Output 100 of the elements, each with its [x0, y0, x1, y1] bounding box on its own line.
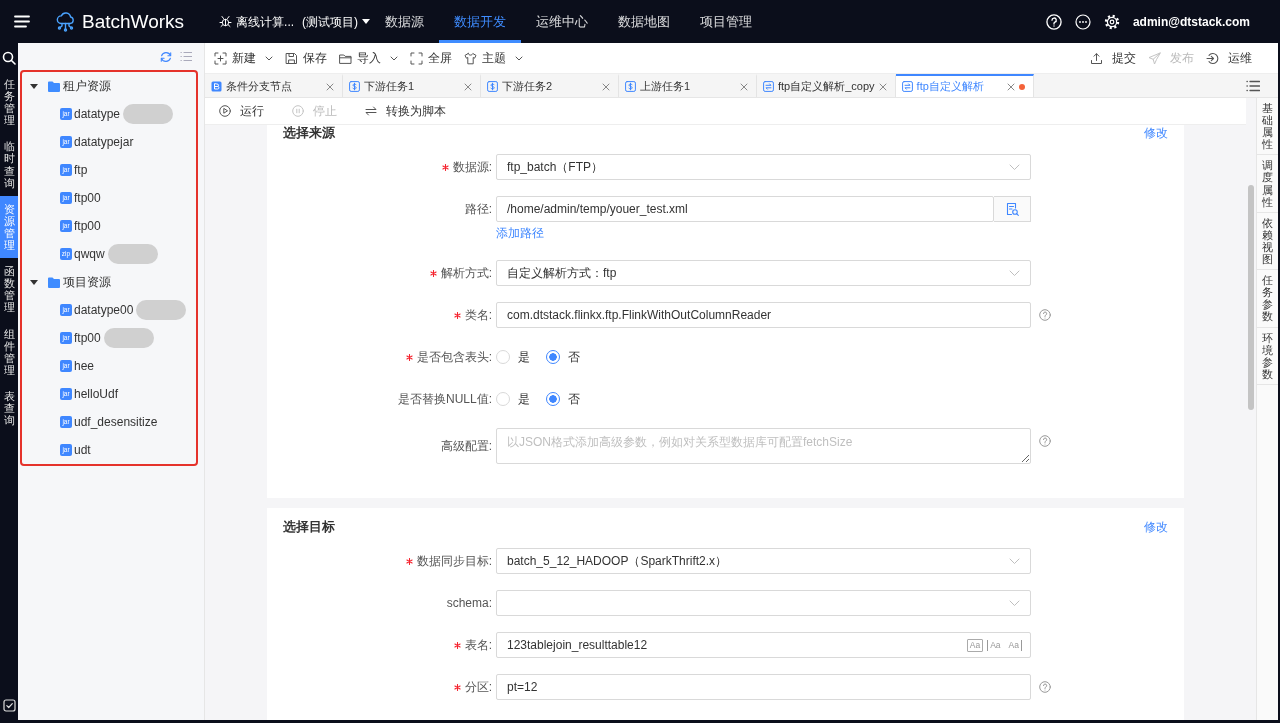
- side-panel-tab[interactable]: 环境参数: [1257, 327, 1278, 385]
- radio-option[interactable]: 否: [546, 390, 580, 408]
- select-field[interactable]: batch_5_12_HADOOP（SparkThrift2.x）: [496, 548, 1031, 574]
- field-label: 是否包含表头:: [416, 349, 492, 366]
- dollar-icon: [349, 81, 360, 92]
- editor-tab[interactable]: ftp自定义解析: [895, 74, 1034, 97]
- toolbar-button[interactable]: 导入: [339, 49, 398, 67]
- edit-link[interactable]: 修改: [1144, 519, 1168, 535]
- select-field[interactable]: 自定义解析方式：ftp: [496, 260, 1031, 286]
- close-icon[interactable]: [326, 82, 334, 91]
- nav-tab[interactable]: 运维中心: [521, 0, 604, 43]
- editor-tab[interactable]: ftp自定义解析_copy: [757, 74, 896, 97]
- side-nav-item[interactable]: 函数管理: [0, 258, 18, 321]
- action-button[interactable]: 运行: [219, 102, 264, 120]
- field-label: 路径:: [464, 201, 492, 218]
- add-path-link[interactable]: 添加路径: [496, 222, 544, 244]
- field-label: 解析方式:: [440, 265, 492, 282]
- side-panel-tab[interactable]: 依赖视图: [1257, 212, 1278, 271]
- user-email[interactable]: admin@dtstack.com: [1132, 12, 1250, 31]
- radio-option[interactable]: 是: [496, 348, 530, 366]
- check-square-icon[interactable]: [2, 699, 16, 712]
- folder-icon: [48, 80, 60, 92]
- side-nav-item[interactable]: 临时查询: [0, 133, 18, 196]
- editor-tab[interactable]: 下游任务1: [343, 74, 481, 97]
- side-nav-item[interactable]: 表查询: [0, 382, 18, 434]
- field-label: 表名:: [464, 637, 492, 654]
- enter-icon: [1206, 51, 1219, 65]
- toolbar-button[interactable]: 运维: [1206, 49, 1252, 67]
- chevron-down-icon: [1009, 270, 1020, 276]
- chat-icon[interactable]: [1074, 13, 1091, 30]
- side-panel-tab[interactable]: 基础属性: [1257, 98, 1278, 156]
- close-icon[interactable]: [1006, 82, 1015, 91]
- folder-icon: [339, 51, 352, 65]
- side-panel-tab[interactable]: 调度属性: [1257, 155, 1278, 213]
- logo-icon: [56, 11, 75, 32]
- section-title: 选择来源: [283, 125, 335, 141]
- text-field[interactable]: com.dtstack.flinkx.ftp.FlinkWithOutColumnReader: [496, 302, 1031, 328]
- add-icon: [214, 51, 227, 65]
- menu-icon[interactable]: [14, 15, 30, 28]
- nav-tab[interactable]: 数据源: [370, 0, 440, 43]
- chevron-down-icon: [1009, 558, 1020, 564]
- field-label: 高级配置:: [440, 438, 492, 455]
- file-search-icon: [1005, 202, 1019, 216]
- search-icon[interactable]: [2, 51, 16, 65]
- refresh-icon[interactable]: [160, 50, 172, 63]
- sync-icon: [763, 81, 774, 92]
- radio-option[interactable]: 是: [496, 390, 530, 408]
- close-icon[interactable]: [878, 82, 887, 91]
- project-selector[interactable]: 离线计算... (测试项目): [219, 12, 371, 31]
- list-icon[interactable]: [1246, 79, 1260, 92]
- text-field[interactable]: /home/admin/temp/youer_test.xml: [496, 196, 994, 222]
- close-icon[interactable]: [602, 82, 610, 91]
- toolbar-button[interactable]: 保存: [285, 49, 327, 67]
- send-icon: [1148, 51, 1161, 65]
- radio-option[interactable]: 否: [546, 348, 580, 366]
- field-label: 分区:: [464, 679, 492, 696]
- tree-folder[interactable]: 项目资源: [22, 268, 196, 296]
- swap-icon: [365, 105, 377, 117]
- editor-tab[interactable]: 条件分支节点: [205, 74, 343, 97]
- editor-tab[interactable]: 上游任务1: [619, 74, 757, 97]
- nav-tab[interactable]: 项目管理: [685, 0, 768, 43]
- select-field[interactable]: [496, 590, 1031, 616]
- action-button[interactable]: 转换为脚本: [365, 102, 446, 120]
- close-icon[interactable]: [464, 82, 472, 91]
- caret-down-icon: [362, 19, 371, 24]
- toolbar-button[interactable]: 提交: [1090, 49, 1136, 67]
- app-name: BatchWorks: [82, 12, 185, 31]
- toolbar-button[interactable]: 主题: [464, 49, 523, 67]
- close-icon[interactable]: [740, 82, 748, 91]
- settings-icon[interactable]: [1103, 13, 1120, 30]
- folder-icon: [48, 276, 60, 288]
- radio-icon[interactable]: [546, 392, 560, 406]
- fullscreen-icon: [410, 51, 423, 65]
- dollar-icon: [487, 81, 498, 92]
- side-nav-item[interactable]: 任务管理: [0, 71, 18, 134]
- side-nav-item[interactable]: 组件管理: [0, 320, 18, 383]
- play-icon: [219, 105, 231, 117]
- sync-icon: [901, 81, 913, 92]
- radio-icon[interactable]: [546, 350, 560, 364]
- save-icon: [285, 51, 298, 65]
- side-panel-tab[interactable]: 任务参数: [1257, 270, 1278, 328]
- upload-icon: [1090, 51, 1103, 65]
- field-label: 数据同步目标:: [416, 553, 492, 570]
- section-title: 选择目标: [283, 519, 335, 535]
- chevron-down-icon: [1009, 164, 1020, 170]
- browse-button[interactable]: [994, 196, 1031, 222]
- chevron-down-icon: [1009, 600, 1020, 606]
- tree-folder[interactable]: 租户资源: [22, 72, 196, 100]
- edit-link[interactable]: 修改: [1144, 125, 1168, 141]
- shirt-icon: [464, 51, 477, 65]
- branch-node-icon: [211, 81, 222, 92]
- nav-tab[interactable]: 数据地图: [603, 0, 686, 43]
- select-field[interactable]: ftp_batch（FTP）: [496, 154, 1031, 180]
- toolbar-button[interactable]: 新建: [214, 49, 273, 67]
- editor-tab[interactable]: 下游任务2: [481, 74, 619, 97]
- bug-icon: [219, 15, 233, 28]
- text-field[interactable]: pt=12: [496, 674, 1031, 700]
- toolbar-button[interactable]: 全屏: [410, 49, 452, 67]
- help-icon[interactable]: [1045, 13, 1062, 30]
- scrollbar-thumb[interactable]: [1248, 185, 1254, 410]
